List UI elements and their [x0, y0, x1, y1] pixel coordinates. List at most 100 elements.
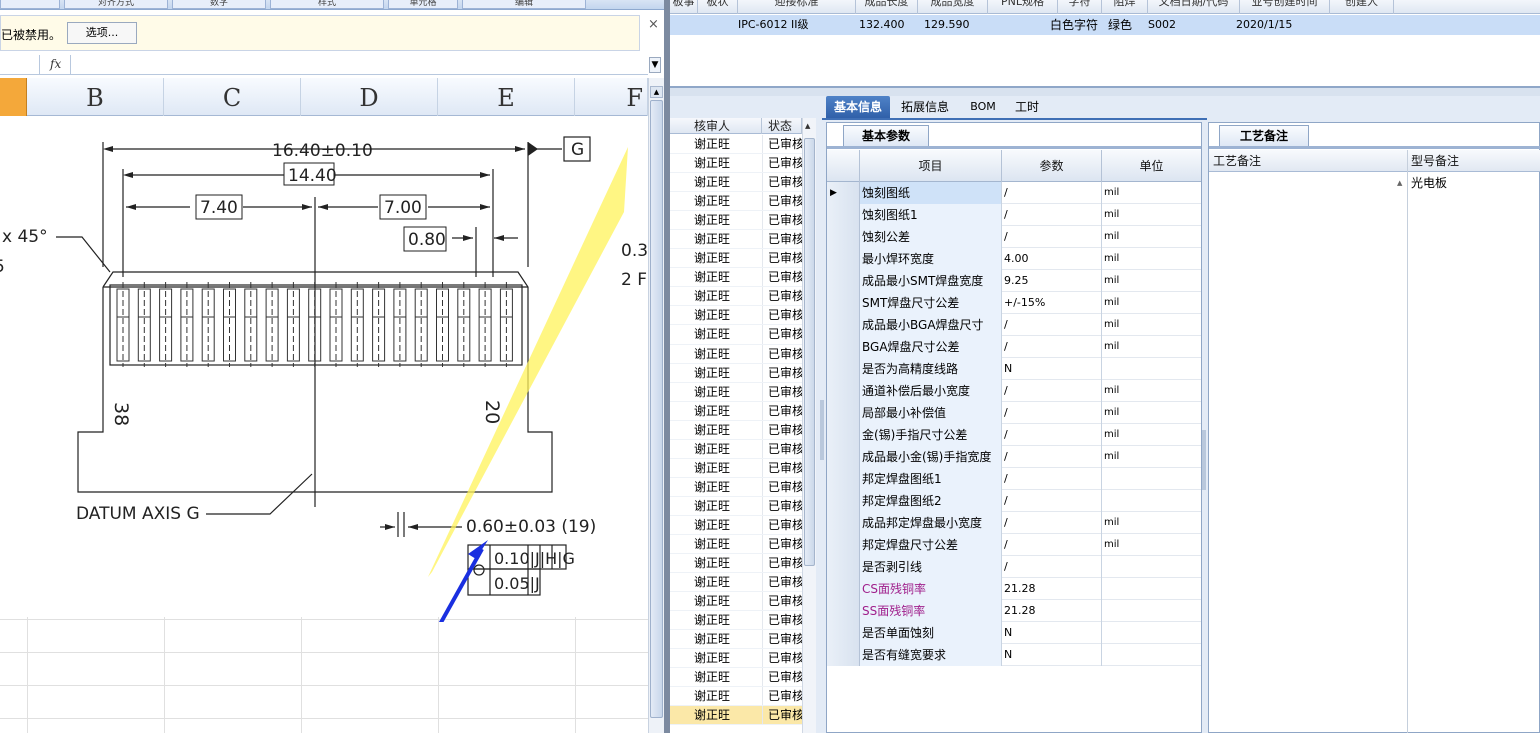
col-status[interactable]: 状态: [762, 118, 802, 134]
excel-vertical-scrollbar[interactable]: ▲: [648, 78, 664, 733]
col-unit[interactable]: 单位: [1102, 150, 1201, 182]
param-value[interactable]: /: [1002, 468, 1102, 490]
row-indicator[interactable]: [827, 600, 860, 622]
table-row[interactable]: 蚀刻公差 / mil: [827, 226, 1201, 248]
param-value[interactable]: /: [1002, 380, 1102, 402]
row-indicator[interactable]: [827, 468, 860, 490]
row-indicator[interactable]: [827, 314, 860, 336]
col-item[interactable]: 项目: [860, 150, 1002, 182]
list-item[interactable]: 谢正旺 已审核: [670, 687, 802, 707]
selected-column-header[interactable]: [0, 78, 27, 116]
col-header[interactable]: 字符: [1058, 0, 1102, 14]
col-header[interactable]: 板事: [670, 0, 698, 14]
list-item[interactable]: 谢正旺 已审核: [670, 173, 802, 193]
col-value[interactable]: 参数: [1002, 150, 1102, 182]
row-indicator[interactable]: [827, 490, 860, 512]
param-value[interactable]: /: [1002, 336, 1102, 358]
tab-extended-info[interactable]: 拓展信息: [892, 96, 958, 119]
param-value[interactable]: 21.28: [1002, 578, 1102, 600]
table-row[interactable]: 邦定焊盘图纸1/: [827, 468, 1201, 490]
column-header-b[interactable]: B: [27, 78, 164, 116]
row-indicator[interactable]: [827, 644, 860, 666]
tab-basic-info[interactable]: 基本信息: [826, 96, 890, 119]
param-value[interactable]: /: [1002, 226, 1102, 248]
param-value[interactable]: /: [1002, 446, 1102, 468]
row-indicator[interactable]: [827, 270, 860, 292]
left-splitter-grip[interactable]: [820, 400, 824, 460]
connector-drawing-image[interactable]: 16.40±0.10 14.40 7.40 7.00 0.80 G x 45° …: [0, 117, 648, 622]
col-header[interactable]: 文档日期/代码: [1148, 0, 1240, 14]
list-item[interactable]: 谢正旺 已审核: [670, 649, 802, 669]
ribbon-group-number[interactable]: 数字: [172, 0, 266, 9]
row-indicator[interactable]: [827, 380, 860, 402]
ribbon-group-styles[interactable]: 样式: [270, 0, 384, 9]
table-row[interactable]: 是否为高精度线路 N: [827, 358, 1201, 380]
table-row[interactable]: 成品最小SMT焊盘宽度 9.25 mil: [827, 270, 1201, 292]
table-row[interactable]: 成品最小金(锡)手指宽度 / mil: [827, 446, 1201, 468]
param-value[interactable]: 21.28: [1002, 600, 1102, 622]
column-header-f[interactable]: F: [575, 78, 648, 116]
list-item[interactable]: 谢正旺 已审核: [670, 515, 802, 535]
table-row[interactable]: 邦定焊盘尺寸公差 / mil: [827, 534, 1201, 556]
list-item[interactable]: 谢正旺 已审核: [670, 630, 802, 650]
param-value[interactable]: N: [1002, 644, 1102, 666]
ribbon-group-editing[interactable]: 编辑: [462, 0, 586, 9]
basic-params-title[interactable]: 基本参数: [843, 125, 929, 147]
list-item[interactable]: 谢正旺 已审核: [670, 458, 802, 478]
table-row[interactable]: 成品最小BGA焊盘尺寸 / mil: [827, 314, 1201, 336]
ribbon-group-0[interactable]: [0, 0, 60, 9]
table-row[interactable]: 是否剥引线 /: [827, 556, 1201, 578]
list-item[interactable]: 谢正旺 已审核: [670, 287, 802, 307]
close-icon[interactable]: ×: [648, 17, 659, 32]
list-item[interactable]: 谢正旺 已审核: [670, 325, 802, 345]
row-indicator[interactable]: [827, 336, 860, 358]
table-row[interactable]: 最小焊环宽度 4.00 mil: [827, 248, 1201, 270]
row-indicator[interactable]: [827, 446, 860, 468]
table-row[interactable]: 是否有缝宽要求 N: [827, 644, 1201, 666]
row-indicator[interactable]: [827, 556, 860, 578]
table-row[interactable]: 通道补偿后最小宽度 / mil: [827, 380, 1201, 402]
param-value[interactable]: /: [1002, 556, 1102, 578]
column-header-e[interactable]: E: [438, 78, 575, 116]
col-header[interactable]: 板状: [698, 0, 738, 14]
param-value[interactable]: +/-15%: [1002, 292, 1102, 314]
list-item[interactable]: 谢正旺 已审核: [670, 611, 802, 631]
param-value[interactable]: /: [1002, 204, 1102, 226]
list-item[interactable]: 谢正旺 已审核: [670, 192, 802, 212]
list-item[interactable]: 谢正旺 已审核: [670, 573, 802, 593]
process-notes-title[interactable]: 工艺备注: [1219, 125, 1309, 147]
ribbon-group-alignment[interactable]: 对齐方式: [64, 0, 168, 9]
param-value[interactable]: N: [1002, 358, 1102, 380]
options-button[interactable]: 选项...: [67, 22, 137, 44]
formula-expand-button[interactable]: ▼: [649, 57, 661, 73]
param-value[interactable]: 9.25: [1002, 270, 1102, 292]
list-item[interactable]: 谢正旺 已审核: [670, 477, 802, 497]
scroll-thumb[interactable]: [650, 100, 663, 718]
param-value[interactable]: /: [1002, 534, 1102, 556]
list-item[interactable]: 谢正旺 已审核: [670, 592, 802, 612]
col-header[interactable]: 成品宽度: [918, 0, 988, 14]
list-item[interactable]: 谢正旺 已审核: [670, 706, 802, 726]
table-row[interactable]: SS面残铜率 21.28: [827, 600, 1201, 622]
tab-work-hours[interactable]: 工时: [1006, 96, 1048, 119]
horizontal-splitter[interactable]: [670, 88, 1540, 96]
scroll-up-icon[interactable]: ▲: [1397, 179, 1402, 187]
list-scrollbar[interactable]: ▲: [802, 118, 816, 733]
table-row[interactable]: 成品邦定焊盘最小宽度 / mil: [827, 512, 1201, 534]
row-indicator[interactable]: [827, 226, 860, 248]
list-item[interactable]: 谢正旺 已审核: [670, 534, 802, 555]
param-value[interactable]: /: [1002, 424, 1102, 446]
table-row[interactable]: 蚀刻图纸1/mil: [827, 204, 1201, 226]
table-row[interactable]: 是否单面蚀刻 N: [827, 622, 1201, 644]
list-item[interactable]: 谢正旺 已审核: [670, 135, 802, 155]
col-header[interactable]: 迎接标准: [738, 0, 856, 14]
table-row[interactable]: 金(锡)手指尺寸公差 / mil: [827, 424, 1201, 446]
fx-icon[interactable]: fx: [50, 57, 61, 71]
col-header[interactable]: 业号创建时间: [1240, 0, 1330, 14]
list-item[interactable]: 谢正旺 已审核: [670, 344, 802, 364]
list-item[interactable]: 谢正旺 已审核: [670, 382, 802, 402]
list-item[interactable]: 谢正旺 已审核: [670, 211, 802, 231]
col-header[interactable]: 创建人: [1330, 0, 1394, 14]
col-header[interactable]: PNL规格: [988, 0, 1058, 14]
table-row[interactable]: CS面残铜率 21.28: [827, 578, 1201, 600]
